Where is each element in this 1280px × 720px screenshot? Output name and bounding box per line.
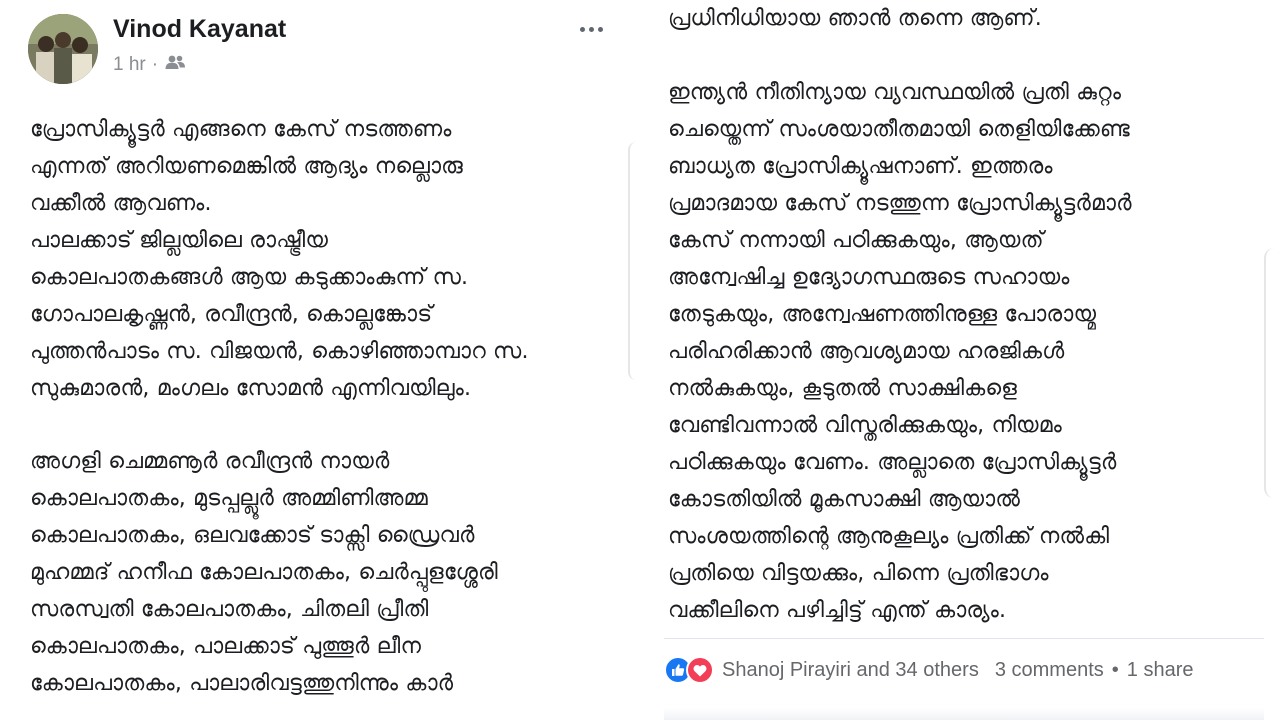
comments-count[interactable]: 3 comments [995,659,1104,682]
reactors-text[interactable]: Shanoj Pirayiri and 34 others [722,659,979,682]
post-paragraph-4: ഇന്ത്യൻ നീതിന്യായ വ്യവസ്ഥയിൽ പ്രതി കുറ്റ… [668,80,1132,623]
post-meta: 1 hr · [113,54,186,76]
stats-separator: • [1111,658,1119,681]
more-options-icon[interactable] [573,17,609,41]
bottom-fade [664,708,1264,720]
column-edge [628,142,638,380]
divider [664,638,1264,639]
engagement-stats: 3 comments • 1 share [979,659,1194,682]
post-paragraph-1: പ്രോസിക്യൂട്ടർ എങ്ങനെ കേസ് നടത്തണം എന്നത… [30,117,529,401]
left-post-column: Vinod Kayanat 1 hr · പ്രോസിക്യൂട്ടർ എങ്ങ… [0,0,640,720]
love-icon [686,656,714,684]
reactions-bar: Shanoj Pirayiri and 34 others 3 comments… [664,652,1194,688]
post-paragraph-3: പ്രധിനിധിയായ ഞാൻ തന്നെ ആണ്. [668,6,1042,31]
shares-count[interactable]: 1 share [1127,659,1194,682]
author-name[interactable]: Vinod Kayanat [113,15,286,44]
avatar[interactable] [28,14,98,84]
meta-separator: · [151,54,159,75]
friends-icon[interactable] [164,54,186,76]
reaction-icons[interactable] [664,656,714,684]
post-paragraph-2: അഗളി ചെമ്മണൂർ രവീന്ദ്രൻ നായർ കൊലപാതകം, മ… [30,449,498,696]
post-timestamp[interactable]: 1 hr [113,54,146,76]
right-post-column: പ്രധിനിധിയായ ഞാൻ തന്നെ ആണ്. ഇന്ത്യൻ നീതി… [640,0,1280,720]
column-edge-right [1264,248,1280,498]
